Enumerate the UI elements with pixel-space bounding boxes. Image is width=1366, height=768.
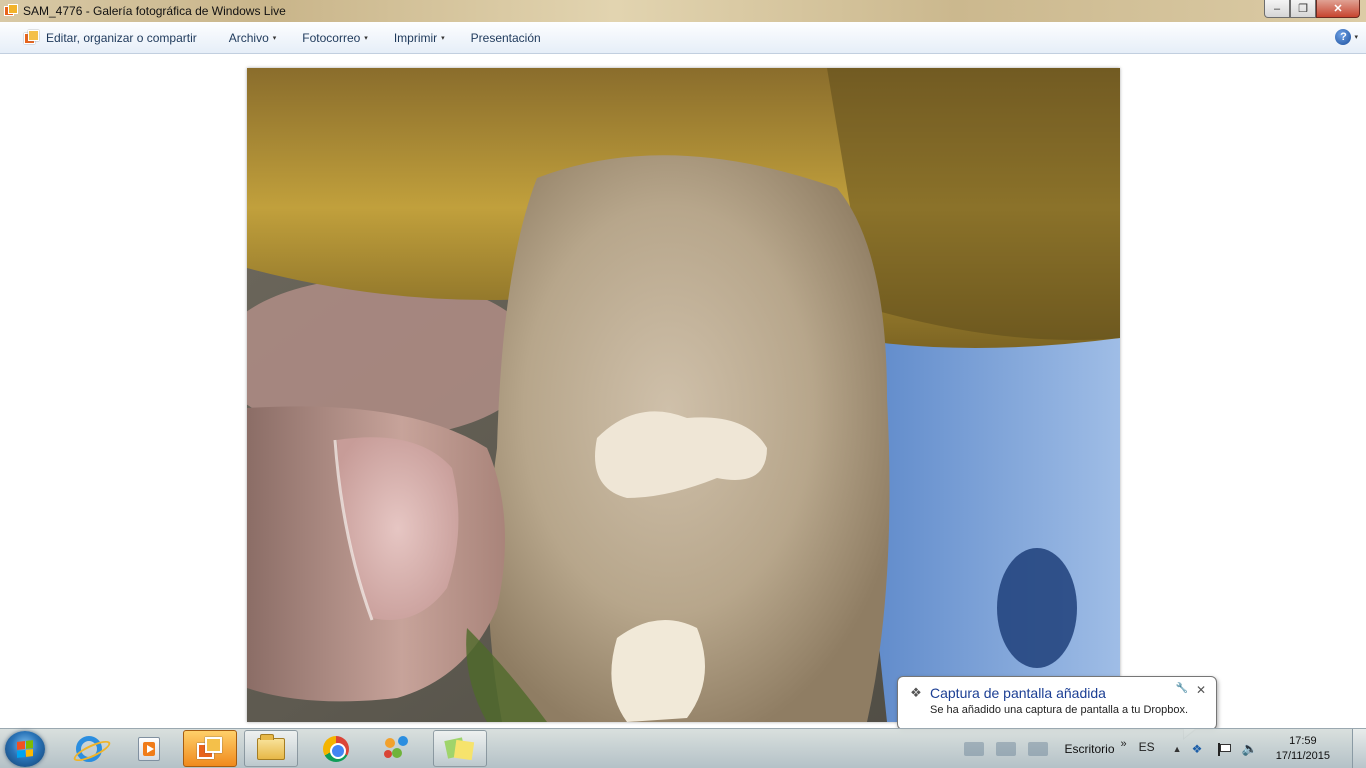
notification-title: Captura de pantalla añadida [930, 685, 1106, 701]
taskbar-chrome[interactable] [309, 730, 363, 767]
taskbar-media-player[interactable] [122, 730, 176, 767]
mushroom-photo [247, 68, 1120, 722]
photo-gallery-app-icon [4, 4, 18, 18]
taskbar-people[interactable] [370, 730, 424, 767]
dropbox-tray-icon[interactable]: ❖ [1192, 742, 1206, 756]
desktop-toolbar-label[interactable]: Escritorio [1064, 742, 1114, 756]
start-button[interactable] [5, 731, 45, 767]
minimize-button[interactable]: ‒ [1264, 0, 1290, 18]
show-desktop-button[interactable] [1352, 729, 1366, 768]
chevron-down-icon: ▾ [1354, 34, 1358, 41]
print-label: Imprimir [393, 30, 438, 45]
folder-icon [257, 733, 285, 760]
photo-viewer-image [247, 68, 1120, 722]
clock[interactable]: 17:59 17/11/2015 [1276, 734, 1330, 764]
edit-organize-share-label: Editar, organizar o compartir [46, 30, 197, 45]
close-button[interactable]: ✕ [1316, 0, 1360, 18]
dropbox-notification[interactable]: ❖ Captura de pantalla añadida Se ha añad… [897, 676, 1217, 740]
window-title: SAM_4776 - Galería fotográfica de Window… [23, 4, 286, 18]
clock-date: 17/11/2015 [1275, 750, 1330, 762]
taskbar-sticky-notes[interactable] [433, 730, 487, 767]
chrome-icon [323, 735, 349, 762]
photo-email-label: Fotocorreo [302, 30, 361, 45]
photo-gallery-icon [197, 736, 223, 761]
windows-logo-icon [17, 740, 33, 758]
toolbar-overflow-icon[interactable]: » [1121, 738, 1127, 750]
language-indicator[interactable]: ES [1139, 740, 1155, 754]
taskbar: Escritorio » ES ▲ ❖ 🔈 17:59 17/11/2015 [0, 728, 1366, 768]
system-tray: Escritorio » ES ▲ ❖ 🔈 17:59 17/11/2015 [958, 729, 1366, 768]
slideshow-button[interactable]: Presentación [463, 26, 549, 50]
chevron-down-icon: ▾ [272, 34, 277, 42]
taskbar-file-explorer[interactable] [244, 730, 298, 767]
clock-time: 17:59 [1289, 735, 1317, 747]
volume-speaker-icon[interactable]: 🔈 [1242, 741, 1258, 757]
people-icon [383, 735, 411, 762]
edit-organize-share-button[interactable]: Editar, organizar o compartir [16, 26, 205, 50]
show-hidden-icons-icon[interactable]: ▲ [1173, 744, 1182, 754]
gallery-icon [24, 29, 40, 46]
window-controls: ‒ ❐ ✕ [1264, 0, 1360, 18]
help-button[interactable]: ? ▾ [1335, 29, 1358, 45]
file-menu[interactable]: Archivo ▾ [221, 26, 285, 50]
taskbar-internet-explorer[interactable] [62, 730, 116, 767]
dropbox-icon: ❖ [910, 685, 922, 700]
title-bar: SAM_4776 - Galería fotográfica de Window… [0, 0, 1366, 22]
quick-launch-icon[interactable] [996, 742, 1017, 756]
media-player-icon [138, 736, 160, 761]
close-icon[interactable]: ✕ [1196, 683, 1206, 697]
help-icon: ? [1335, 29, 1352, 45]
menu-bar: Editar, organizar o compartir Archivo ▾ … [0, 22, 1366, 54]
internet-explorer-icon [76, 735, 102, 762]
quick-launch-icon[interactable] [964, 742, 985, 756]
action-center-flag-icon[interactable] [1217, 743, 1231, 756]
notification-body: Se ha añadido una captura de pantalla a … [930, 704, 1189, 716]
quick-launch-icon[interactable] [1028, 742, 1049, 756]
wrench-icon[interactable]: 🔧 [1175, 683, 1187, 697]
print-menu[interactable]: Imprimir ▾ [386, 26, 453, 50]
taskbar-photo-gallery[interactable] [183, 730, 237, 767]
photo-email-menu[interactable]: Fotocorreo ▾ [294, 26, 376, 50]
sticky-notes-icon [444, 736, 475, 761]
chevron-down-icon: ▾ [441, 34, 445, 42]
file-menu-label: Archivo [228, 30, 269, 45]
slideshow-label: Presentación [470, 30, 541, 45]
chevron-down-icon: ▾ [364, 34, 368, 42]
maximize-button[interactable]: ❐ [1290, 0, 1316, 18]
